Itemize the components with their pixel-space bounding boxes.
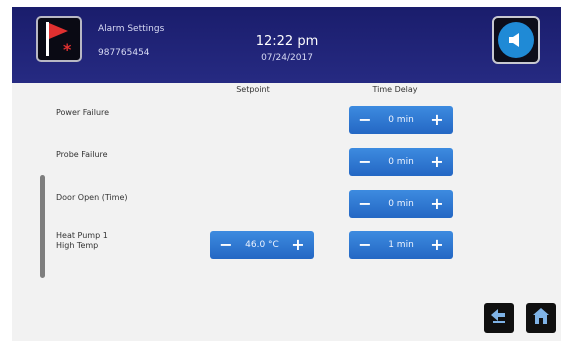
row-label-line2: High Temp [56,241,99,250]
page-title: Alarm Settings [98,24,165,34]
probe-failure-delay-value: 0 min [388,157,414,167]
minus-icon[interactable]: − [219,237,233,253]
speaker-icon [498,22,534,58]
svg-text:*: * [63,40,72,59]
alarm-flag-icon: * [36,16,82,62]
heat-pump-setpoint-value: 46.0 °C [245,240,279,250]
home-button[interactable] [526,303,556,333]
row-label-power-failure: Power Failure [56,108,110,117]
row-label-door-open: Door Open (Time) [56,193,128,202]
column-header-setpoint: Setpoint [236,85,270,94]
row-label-probe-failure: Probe Failure [56,150,108,159]
clock-time: 12:22 pm [255,34,319,49]
plus-icon[interactable]: + [430,154,444,170]
probe-failure-delay-stepper[interactable]: − 0 min + [349,148,453,176]
column-header-time-delay: Time Delay [372,85,418,94]
plus-icon[interactable]: + [430,112,444,128]
device-id: 987765454 [98,48,150,58]
heat-pump-delay-stepper[interactable]: − 1 min + [349,231,453,259]
back-button[interactable] [484,303,514,333]
audio-button[interactable] [492,16,540,64]
back-arrow-icon [489,306,509,330]
heat-pump-delay-value: 1 min [388,240,414,250]
minus-icon[interactable]: − [358,196,372,212]
minus-icon[interactable]: − [358,237,372,253]
clock-date: 07/24/2017 [261,53,313,63]
row-label-line1: Heat Pump 1 [56,231,108,240]
minus-icon[interactable]: − [358,154,372,170]
alarm-settings-screen: * Alarm Settings 987765454 12:22 pm 07/2… [12,7,561,341]
heat-pump-setpoint-stepper[interactable]: − 46.0 °C + [210,231,314,259]
header-bar: * Alarm Settings 987765454 12:22 pm 07/2… [12,7,561,83]
power-failure-delay-value: 0 min [388,115,414,125]
door-open-delay-stepper[interactable]: − 0 min + [349,190,453,218]
home-icon [531,306,551,330]
plus-icon[interactable]: + [291,237,305,253]
row-label-heat-pump-high-temp: Heat Pump 1 High Temp [56,231,108,251]
power-failure-delay-stepper[interactable]: − 0 min + [349,106,453,134]
scrollbar[interactable] [40,175,45,278]
minus-icon[interactable]: − [358,112,372,128]
door-open-delay-value: 0 min [388,199,414,209]
plus-icon[interactable]: + [430,237,444,253]
plus-icon[interactable]: + [430,196,444,212]
